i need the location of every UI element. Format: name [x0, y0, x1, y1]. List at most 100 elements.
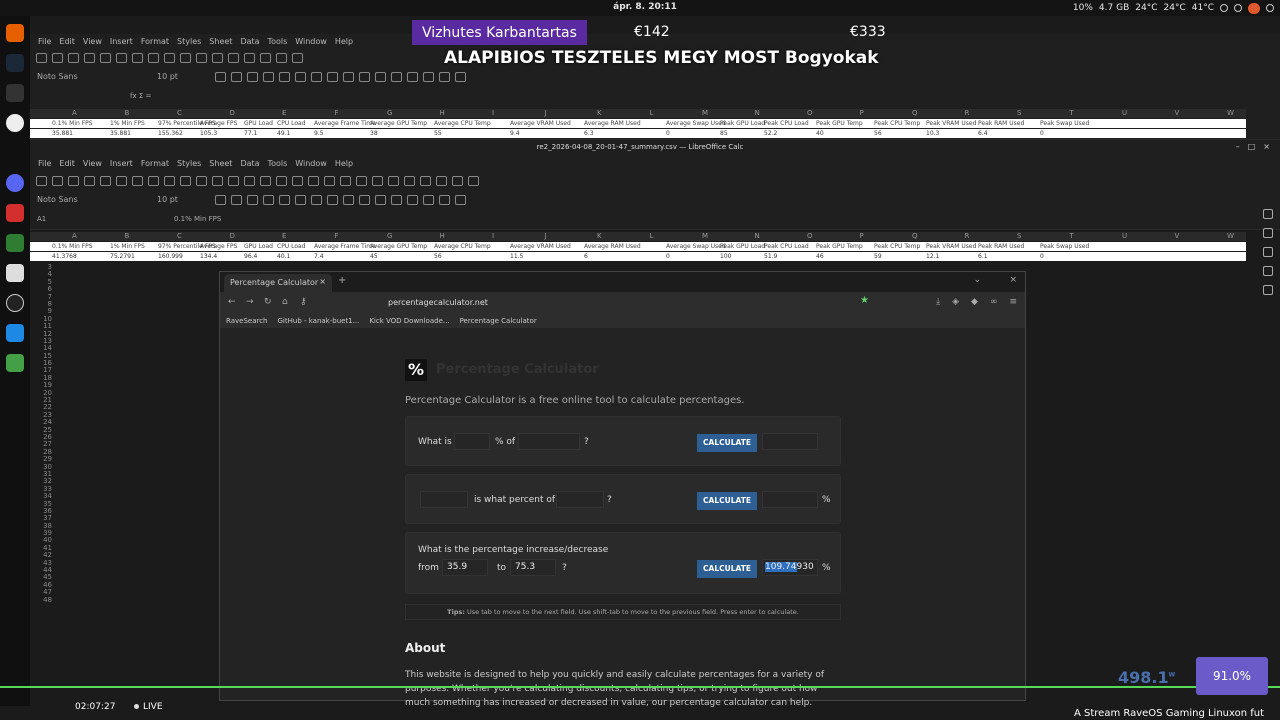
highlight-icon[interactable] [279, 72, 290, 82]
font-color-icon[interactable] [263, 195, 274, 205]
column-letter[interactable]: C [177, 109, 182, 117]
close-icon[interactable]: × [1263, 142, 1270, 151]
menu-insert[interactable]: Insert [110, 159, 133, 173]
column-letter[interactable]: N [755, 109, 760, 117]
extension-icon[interactable]: ◈ [952, 297, 959, 307]
redo-icon[interactable] [196, 53, 207, 63]
browser-close-icon[interactable]: × [1009, 275, 1017, 285]
firefox-icon[interactable] [6, 24, 24, 42]
italic-icon[interactable] [231, 195, 242, 205]
column-letter[interactable]: B [125, 109, 130, 117]
align-right-icon[interactable] [327, 195, 338, 205]
calculate-button-2[interactable]: CALCULATE [697, 492, 757, 510]
header-cell[interactable]: Peak CPU Temp [874, 243, 920, 250]
header-cell[interactable]: Peak GPU Load [720, 120, 765, 127]
calc1-font-size[interactable]: 10 pt [157, 72, 178, 81]
header-cell[interactable]: 1% Min FPS [110, 243, 145, 250]
header-cell[interactable]: Average CPU Temp [434, 120, 491, 127]
value-cell[interactable]: 35.881 [110, 130, 131, 137]
column-letter[interactable]: H [440, 232, 445, 240]
export-pdf-icon[interactable] [84, 53, 95, 63]
copy-icon[interactable] [148, 53, 159, 63]
chart-icon[interactable] [324, 176, 335, 186]
date-icon[interactable] [439, 72, 450, 82]
power-icon[interactable] [1266, 4, 1274, 12]
column-letter[interactable]: Q [912, 109, 918, 117]
infinity-icon[interactable]: ∞ [990, 297, 998, 307]
bookmark-star-icon[interactable]: ★ [860, 295, 869, 306]
menu-edit[interactable]: Edit [59, 159, 75, 173]
column-letter[interactable]: T [1070, 232, 1074, 240]
result-field-2[interactable] [762, 491, 818, 508]
value-cell[interactable]: 38 [370, 130, 378, 137]
value-cell[interactable]: 10.3 [926, 130, 939, 137]
number-icon[interactable] [423, 195, 434, 205]
header-cell[interactable]: Peak VRAM Used [926, 120, 976, 127]
header-cell[interactable]: Average VRAM Used [510, 243, 571, 250]
column-letter[interactable]: U [1122, 109, 1127, 117]
define-print-icon[interactable] [420, 176, 431, 186]
value-cell[interactable]: 40.1 [277, 253, 290, 260]
value-cell[interactable]: 52.2 [764, 130, 777, 137]
value-cell[interactable]: 46 [816, 253, 824, 260]
bookmark-kick-vod[interactable]: Kick VOD Downloade... [369, 317, 449, 325]
calc2-font-size[interactable]: 10 pt [157, 195, 178, 204]
undo-icon[interactable] [180, 176, 191, 186]
header-cell[interactable]: 1% Min FPS [110, 120, 145, 127]
value-cell[interactable]: 134.4 [200, 253, 217, 260]
navigator-icon[interactable] [1263, 266, 1273, 276]
header-cell[interactable]: Average VRAM Used [510, 120, 571, 127]
whole-input[interactable] [556, 491, 604, 508]
column-letter[interactable]: K [597, 109, 602, 117]
cut-icon[interactable] [132, 53, 143, 63]
menu-file[interactable]: File [38, 37, 51, 51]
properties-icon[interactable] [1263, 209, 1273, 219]
key-icon[interactable]: ⚷ [300, 297, 307, 307]
align-center-icon[interactable] [311, 72, 322, 82]
column-letter[interactable]: J [545, 109, 547, 117]
to-input[interactable]: 75.3 [510, 559, 556, 576]
header-cell[interactable]: Average Frame Time [314, 243, 376, 250]
column-letter[interactable]: C [177, 232, 182, 240]
column-letter[interactable]: B [125, 232, 130, 240]
justify-icon[interactable] [343, 195, 354, 205]
clock-app-icon[interactable] [6, 294, 24, 312]
battery-indicator[interactable]: 10% [1073, 3, 1093, 13]
value-cell[interactable]: 105.3 [200, 130, 217, 137]
column-icon[interactable] [260, 176, 271, 186]
settings-gear-icon[interactable] [6, 114, 24, 132]
column-letter[interactable]: S [1017, 109, 1021, 117]
menu-window[interactable]: Window [295, 159, 327, 173]
bold-icon[interactable] [215, 72, 226, 82]
redo-icon[interactable] [196, 176, 207, 186]
menu-styles[interactable]: Styles [177, 159, 201, 173]
column-letter[interactable]: I [492, 109, 494, 117]
align-left-icon[interactable] [295, 72, 306, 82]
borders-icon[interactable] [455, 195, 466, 205]
menu-file[interactable]: File [38, 159, 51, 173]
column-letter[interactable]: Q [912, 232, 918, 240]
highlight-icon[interactable] [279, 195, 290, 205]
shield-icon[interactable]: ◆ [971, 297, 978, 307]
print-preview-icon[interactable] [116, 53, 127, 63]
menu-help[interactable]: Help [335, 37, 353, 51]
menu-format[interactable]: Format [141, 159, 169, 173]
value-cell[interactable]: 160.999 [158, 253, 183, 260]
column-icon[interactable] [260, 53, 271, 63]
column-letter[interactable]: H [440, 109, 445, 117]
row-number[interactable]: 48 [30, 596, 52, 604]
bookmark-github[interactable]: GitHub - kanak-buet1... [278, 317, 360, 325]
column-letter[interactable]: D [230, 109, 235, 117]
value-cell[interactable]: 96.4 [244, 253, 257, 260]
calc2-font-name[interactable]: Noto Sans [37, 195, 78, 204]
menu-tools[interactable]: Tools [268, 37, 288, 51]
styles-icon[interactable] [1263, 228, 1273, 238]
tab-close-icon[interactable]: × [319, 277, 326, 286]
temp-indicator-1[interactable]: 24°C [1135, 3, 1157, 13]
underline-icon[interactable] [247, 195, 258, 205]
spelling-icon[interactable] [228, 53, 239, 63]
value-cell[interactable]: 41.3768 [52, 253, 77, 260]
column-letter[interactable]: E [282, 109, 286, 117]
merge-icon[interactable] [375, 72, 386, 82]
value-cell[interactable]: 9.5 [314, 130, 324, 137]
